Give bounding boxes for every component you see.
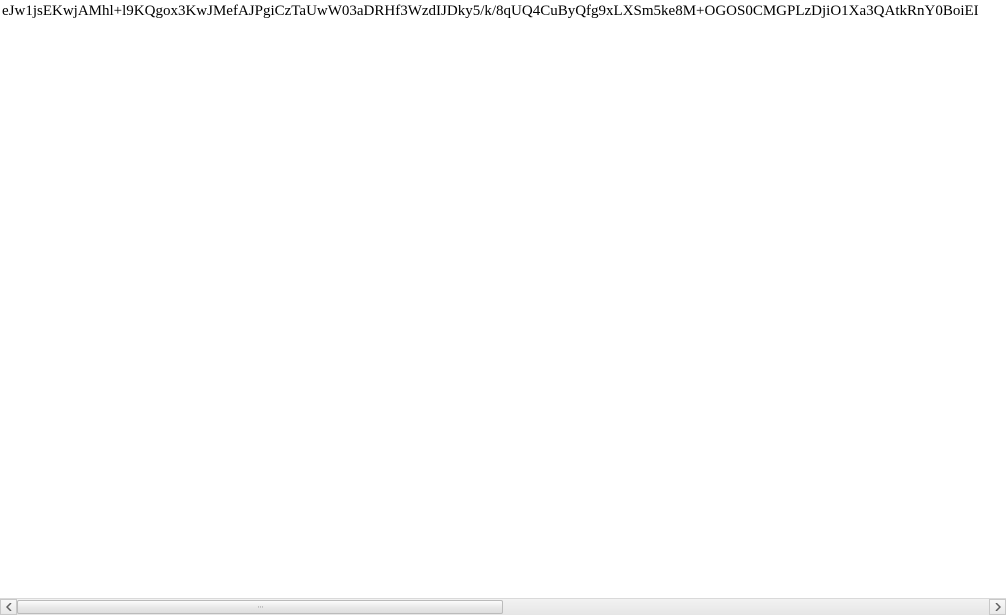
encoded-string-text: eJw1jsEKwjAMhl+l9KQgox3KwJMefAJPgiCzTaUw… xyxy=(2,2,979,20)
chevron-left-icon xyxy=(6,603,12,611)
scroll-right-button[interactable] xyxy=(989,599,1006,615)
content-area: eJw1jsEKwjAMhl+l9KQgox3KwJMefAJPgiCzTaUw… xyxy=(0,0,1006,598)
thumb-grip-icon: ··· xyxy=(257,603,263,612)
scrollbar-thumb[interactable]: ··· xyxy=(17,600,503,614)
scroll-left-button[interactable] xyxy=(0,599,17,615)
horizontal-scrollbar[interactable]: ··· xyxy=(0,598,1006,615)
scrollbar-track[interactable]: ··· xyxy=(17,599,989,615)
chevron-right-icon xyxy=(995,603,1001,611)
